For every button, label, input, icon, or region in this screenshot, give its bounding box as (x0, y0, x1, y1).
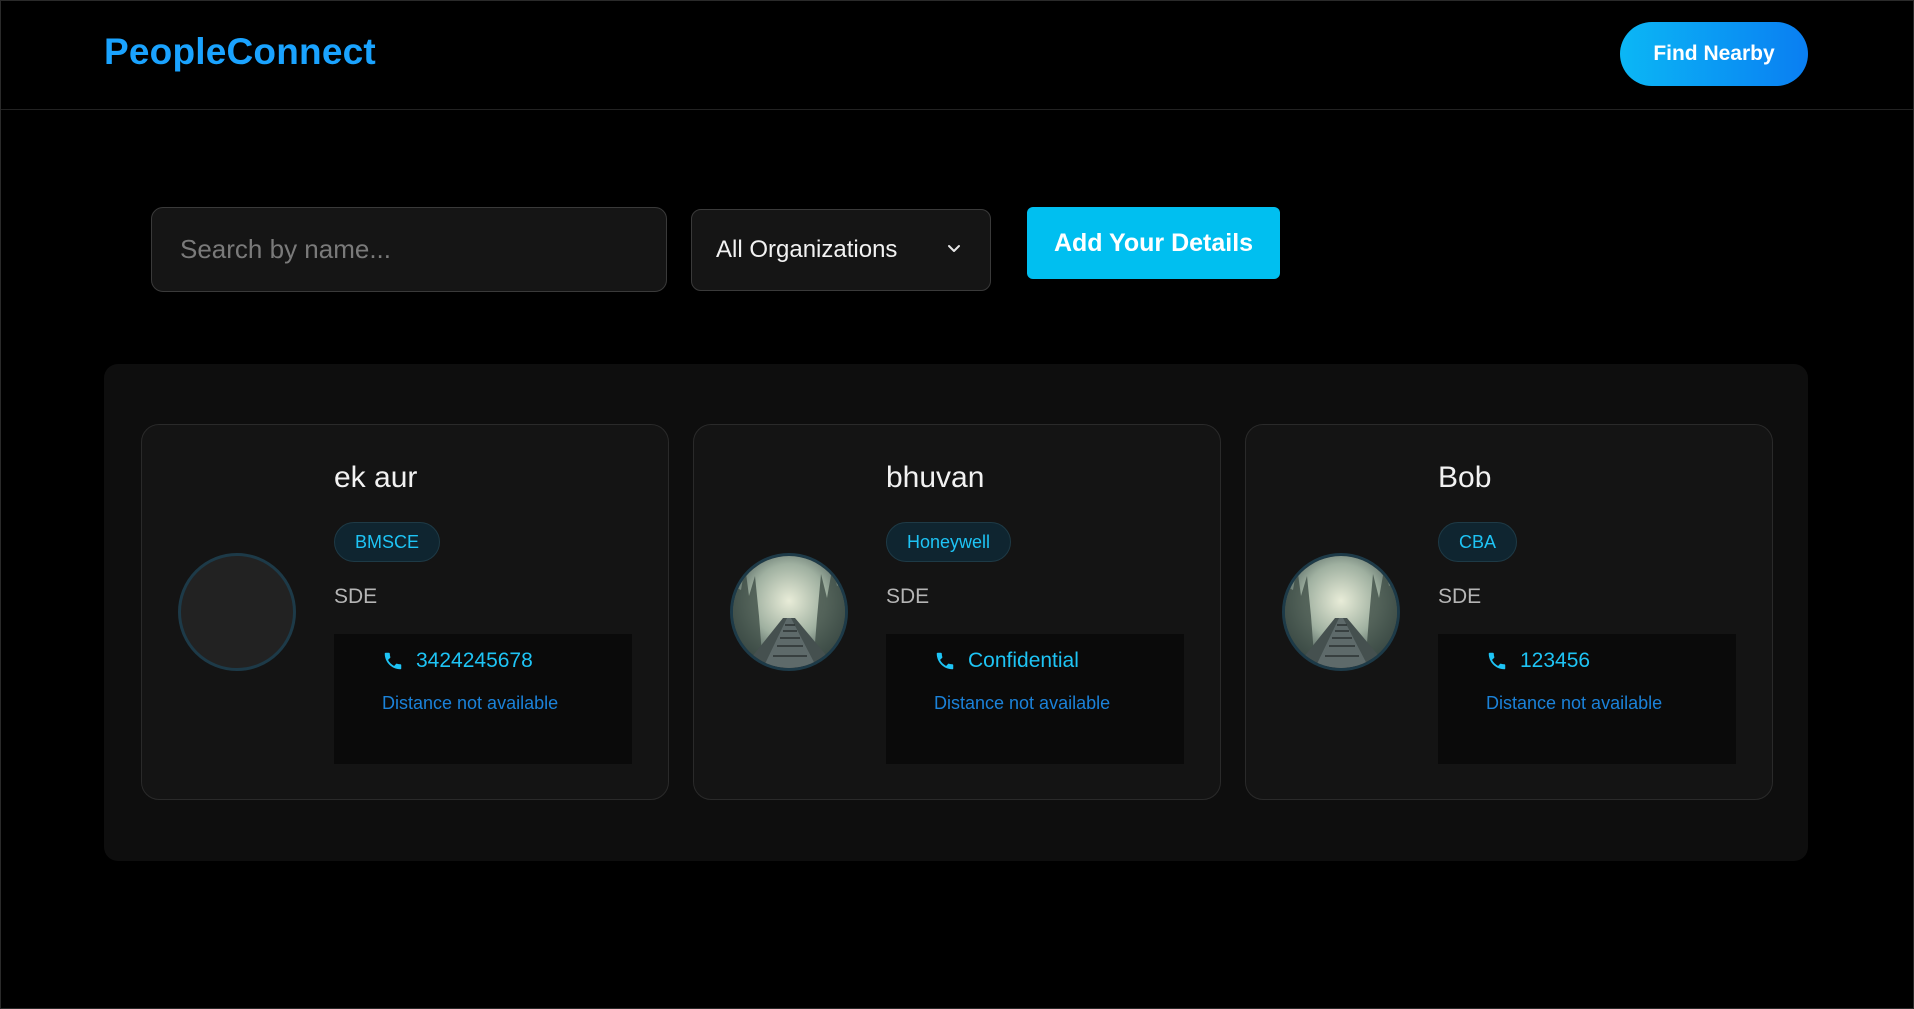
person-name: ek aur (334, 461, 418, 494)
phone-row[interactable]: 3424245678 (382, 649, 533, 673)
person-name: bhuvan (886, 461, 985, 494)
person-card[interactable]: ek aur BMSCE SDE 3424245678 Distance not… (141, 424, 669, 800)
organization-select[interactable]: All Organizations (691, 209, 991, 291)
distance-text: Distance not available (1486, 693, 1663, 713)
distance-text: Distance not available (382, 693, 559, 713)
phone-row[interactable]: 123456 (1486, 649, 1590, 673)
avatar-photo (1285, 556, 1397, 668)
contact-box: 123456 Distance not available (1438, 634, 1736, 764)
avatar (1282, 553, 1400, 671)
organization-badge: BMSCE (334, 522, 441, 562)
contact-box: Confidential Distance not available (886, 634, 1184, 764)
organization-badge: Honeywell (886, 522, 1012, 562)
chevron-down-icon (948, 245, 960, 252)
person-name: Bob (1438, 461, 1492, 494)
organization-select-value: All Organizations (716, 236, 898, 263)
people-list-panel: ek aur BMSCE SDE 3424245678 Distance not… (104, 364, 1808, 861)
search-field[interactable] (151, 207, 667, 292)
add-your-details-button[interactable]: Add Your Details (1027, 207, 1280, 279)
avatar (730, 553, 848, 671)
person-card[interactable]: bhuvan Honeywell SDE Confidential Distan… (693, 424, 1221, 800)
contact-box: 3424245678 Distance not available (334, 634, 632, 764)
phone-number: Confidential (968, 649, 1079, 672)
organization-badge: CBA (1438, 522, 1518, 562)
phone-icon (1488, 652, 1506, 670)
avatar-photo (733, 556, 845, 668)
person-role: SDE (1438, 585, 1482, 608)
search-input[interactable] (178, 233, 666, 266)
person-card[interactable]: Bob CBA SDE 123456 Distance not availabl… (1245, 424, 1773, 800)
person-role: SDE (886, 585, 930, 608)
phone-number: 3424245678 (416, 649, 533, 672)
top-navbar: PeopleConnect Find Nearby (1, 1, 1913, 110)
person-role: SDE (334, 585, 378, 608)
distance-text: Distance not available (934, 693, 1111, 713)
app-window: PeopleConnect Find Nearby All Organizati… (0, 0, 1914, 1009)
avatar (178, 553, 296, 671)
phone-icon (384, 652, 402, 670)
phone-row[interactable]: Confidential (934, 649, 1079, 673)
find-nearby-button[interactable]: Find Nearby (1620, 22, 1808, 86)
brand-logo[interactable]: PeopleConnect (104, 31, 376, 73)
phone-icon (936, 652, 954, 670)
phone-number: 123456 (1520, 649, 1591, 672)
